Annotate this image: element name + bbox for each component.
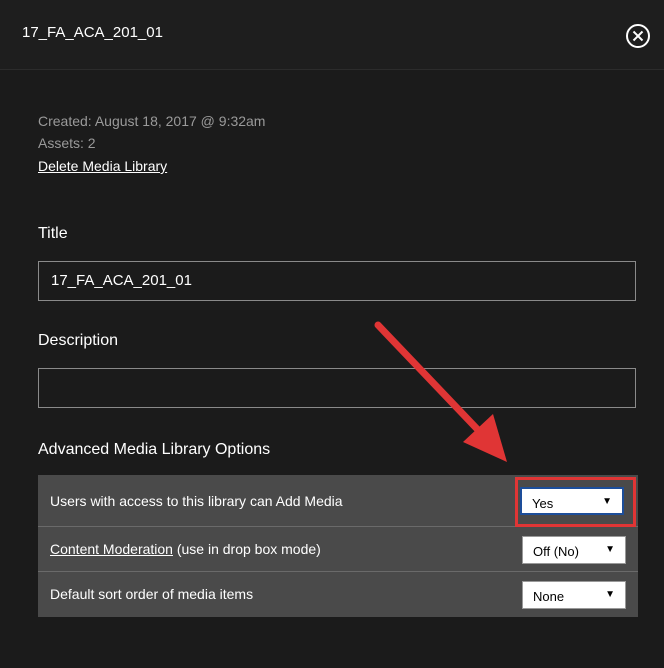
assets-count: Assets: 2: [38, 135, 96, 151]
option-row-content-moderation: Content Moderation (use in drop box mode…: [38, 527, 638, 572]
option-row-add-media: Users with access to this library can Ad…: [38, 475, 638, 527]
option-label: Users with access to this library can Ad…: [50, 493, 343, 509]
delete-library-link[interactable]: Delete Media Library: [38, 155, 167, 177]
content-moderation-select[interactable]: Off (No) ▼: [522, 536, 626, 564]
select-value: Off (No): [533, 544, 579, 559]
content-moderation-link[interactable]: Content Moderation: [50, 541, 173, 557]
option-label: Default sort order of media items: [50, 586, 254, 602]
description-input[interactable]: [38, 368, 636, 408]
select-value: None: [533, 589, 565, 604]
modal-header: 17_FA_ACA_201_01: [0, 0, 664, 70]
dropdown-caret-icon: ▼: [605, 544, 615, 555]
advanced-options-heading: Advanced Media Library Options: [38, 441, 271, 458]
option-label-rest: (use in drop box mode): [172, 541, 321, 557]
sort-order-select[interactable]: None ▼: [522, 581, 626, 609]
created-date: Created: August 18, 2017 @ 9:32am: [38, 113, 266, 129]
dropdown-caret-icon: ▼: [605, 589, 615, 600]
modal-title: 17_FA_ACA_201_01: [22, 24, 163, 41]
title-input[interactable]: 17_FA_ACA_201_01: [38, 261, 636, 301]
library-metadata: Created: August 18, 2017 @ 9:32am Assets…: [38, 110, 265, 177]
option-row-sort-order: Default sort order of media items None ▼: [38, 572, 638, 617]
add-media-select[interactable]: Yes ▼: [520, 487, 624, 515]
dropdown-caret-icon: ▼: [602, 496, 612, 507]
description-label: Description: [38, 332, 119, 349]
advanced-options-table: Users with access to this library can Ad…: [38, 475, 638, 617]
close-icon[interactable]: [625, 23, 651, 49]
select-value: Yes: [532, 496, 554, 511]
title-label: Title: [38, 225, 68, 242]
option-label: Content Moderation (use in drop box mode…: [50, 541, 321, 557]
